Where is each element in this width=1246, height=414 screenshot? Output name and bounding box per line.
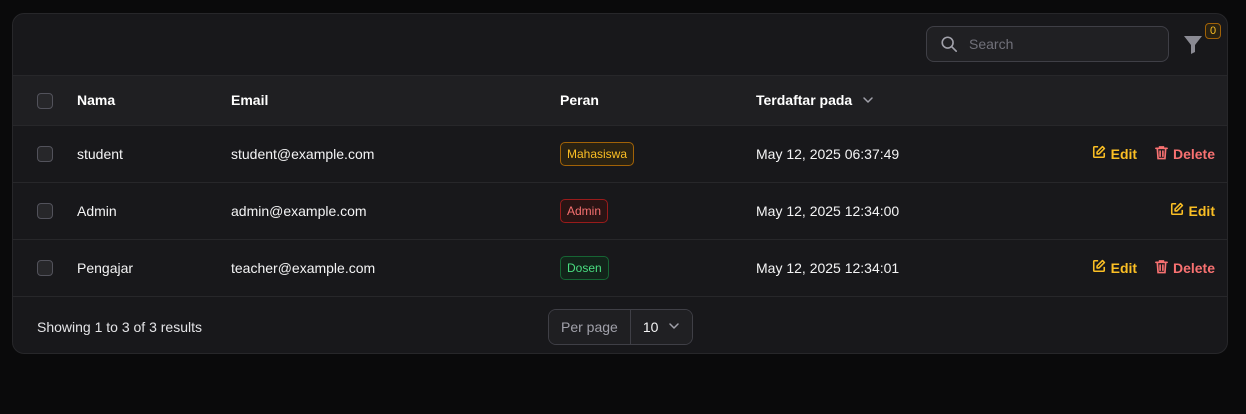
users-table-card: 0 Nama Email Peran Terdaftar pada — [12, 13, 1228, 354]
cell-name: student — [77, 145, 123, 162]
per-page-select[interactable]: 10 — [630, 309, 693, 344]
filter-count-badge: 0 — [1205, 23, 1221, 39]
edit-button[interactable]: Edit — [1170, 202, 1215, 219]
table-row: student student@example.com Mahasiswa Ma… — [13, 125, 1227, 182]
chevron-down-icon — [668, 319, 680, 335]
filter-icon — [1183, 36, 1203, 60]
table-header-row: Nama Email Peran Terdaftar pada — [13, 76, 1227, 125]
edit-label: Edit — [1110, 259, 1138, 276]
cell-name: Admin — [77, 202, 117, 219]
delete-label: Delete — [1172, 145, 1215, 162]
cell-email: teacher@example.com — [231, 259, 376, 276]
role-badge: Mahasiswa — [560, 141, 635, 166]
search-box[interactable] — [926, 26, 1169, 62]
delete-button[interactable]: Delete — [1155, 259, 1215, 277]
table-row: Pengajar teacher@example.com Dosen May 1… — [13, 239, 1227, 296]
pencil-square-icon — [1170, 202, 1184, 219]
cell-registered: May 12, 2025 06:37:49 — [756, 145, 900, 162]
search-icon — [939, 34, 959, 54]
search-input[interactable] — [967, 35, 1161, 53]
cell-email: admin@example.com — [231, 202, 367, 219]
results-summary: Showing 1 to 3 of 3 results — [37, 318, 202, 335]
role-badge: Admin — [560, 198, 609, 223]
chevron-down-icon[interactable] — [862, 93, 874, 109]
column-header-terdaftar-pada[interactable]: Terdaftar pada — [756, 76, 1006, 125]
edit-button[interactable]: Edit — [1092, 259, 1137, 276]
select-all-checkbox[interactable] — [37, 92, 53, 109]
cell-name: Pengajar — [77, 259, 134, 276]
row-checkbox[interactable] — [37, 146, 53, 163]
trash-icon — [1155, 145, 1168, 163]
cell-registered: May 12, 2025 12:34:01 — [756, 259, 900, 276]
filter-button[interactable] — [1183, 34, 1207, 56]
users-table: Nama Email Peran Terdaftar pada student … — [13, 76, 1227, 297]
column-header-nama: Nama — [77, 92, 116, 109]
edit-label: Edit — [1188, 202, 1215, 219]
edit-button[interactable]: Edit — [1092, 145, 1137, 162]
per-page-value: 10 — [642, 318, 659, 335]
cell-email: student@example.com — [231, 145, 375, 162]
per-page-control: Per page 10 — [548, 308, 694, 345]
delete-button[interactable]: Delete — [1155, 145, 1215, 163]
row-checkbox[interactable] — [37, 203, 53, 220]
column-header-email: Email — [231, 92, 269, 109]
role-badge: Dosen — [560, 255, 609, 280]
delete-label: Delete — [1172, 259, 1215, 276]
column-header-peran: Peran — [560, 92, 599, 109]
trash-icon — [1155, 259, 1168, 277]
per-page-label: Per page — [549, 309, 631, 344]
row-checkbox[interactable] — [37, 260, 53, 277]
cell-registered: May 12, 2025 12:34:00 — [756, 202, 900, 219]
edit-label: Edit — [1110, 145, 1138, 162]
column-header-label: Terdaftar pada — [756, 91, 853, 108]
pencil-square-icon — [1092, 145, 1106, 162]
pencil-square-icon — [1092, 259, 1106, 276]
table-toolbar: 0 — [13, 14, 1227, 76]
table-row: Admin admin@example.com Admin May 12, 20… — [13, 182, 1227, 239]
table-footer: Showing 1 to 3 of 3 results Per page 10 — [13, 297, 1227, 354]
